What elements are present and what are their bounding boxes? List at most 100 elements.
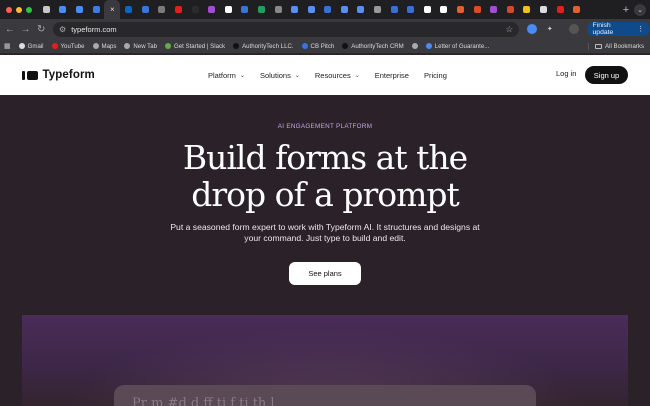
browser-tab[interactable] xyxy=(336,0,353,19)
browser-tab[interactable] xyxy=(203,0,220,19)
bookmark-favicon-icon xyxy=(51,43,58,49)
browser-tab[interactable] xyxy=(220,0,237,19)
browser-tab[interactable] xyxy=(154,0,171,19)
prompt-input-preview: Pr m #d d ff ti f ti th l xyxy=(114,385,536,406)
tab-favicon-icon xyxy=(158,6,166,13)
login-link[interactable]: Log in xyxy=(556,69,576,78)
tab-favicon-icon xyxy=(191,6,199,13)
browser-tab[interactable] xyxy=(237,0,254,19)
browser-tab[interactable] xyxy=(137,0,154,19)
browser-tab[interactable] xyxy=(535,0,552,19)
browser-toolbar: ← → ↻ ⚙ typeform.com ☆ ✦ Finish update ⋮ xyxy=(0,19,650,39)
address-bar[interactable]: ⚙ typeform.com ☆ xyxy=(53,21,520,37)
bookmark-item[interactable]: New Tab xyxy=(124,43,157,50)
back-button[interactable]: ← xyxy=(2,24,18,35)
browser-tab[interactable] xyxy=(353,0,370,19)
bookmark-label: Get Started | Slack xyxy=(174,42,226,50)
browser-tab[interactable] xyxy=(253,0,270,19)
browser-tab[interactable] xyxy=(303,0,320,19)
tab-favicon-icon xyxy=(523,6,531,13)
all-bookmarks-button[interactable]: All Bookmarks xyxy=(588,42,644,50)
browser-tab[interactable] xyxy=(469,0,486,19)
new-tab-button[interactable]: + xyxy=(618,4,634,16)
see-plans-button[interactable]: See plans xyxy=(289,262,361,285)
typeform-logo[interactable]: Typeform xyxy=(22,69,95,81)
browser-tab[interactable] xyxy=(170,0,187,19)
close-tab-icon[interactable]: × xyxy=(110,5,115,14)
browser-tab[interactable] xyxy=(452,0,469,19)
kebab-menu-icon: ⋮ xyxy=(637,26,645,33)
bookmark-item[interactable]: CB Pitch xyxy=(301,43,334,50)
browser-tab[interactable] xyxy=(502,0,519,19)
bookmark-item[interactable]: YouTube xyxy=(51,43,85,50)
browser-tab[interactable] xyxy=(436,0,453,19)
bookmark-item[interactable]: Gmail xyxy=(18,43,44,50)
nav-item-label: Solutions xyxy=(259,70,291,80)
bookmark-item[interactable]: AuthorityTech CRM xyxy=(342,43,404,50)
extensions-puzzle-icon[interactable]: ✦ xyxy=(545,24,555,34)
tab-favicon-icon xyxy=(59,6,67,13)
browser-tab[interactable] xyxy=(386,0,403,19)
bookmark-item[interactable]: AuthorityTech LLC. xyxy=(233,43,294,50)
browser-tab[interactable] xyxy=(402,0,419,19)
logo-text: Typeform xyxy=(42,69,95,81)
bookmark-favicon-icon xyxy=(342,43,349,49)
browser-tab[interactable] xyxy=(55,0,72,19)
browser-tab[interactable] xyxy=(71,0,88,19)
tab-favicon-icon xyxy=(241,6,249,13)
tab-favicon-icon xyxy=(224,6,232,13)
reload-button[interactable]: ↻ xyxy=(33,24,49,35)
prompt-text: Pr m #d d ff ti f ti th l xyxy=(132,396,275,406)
minimize-window-button[interactable] xyxy=(16,6,22,13)
hero-headline: Build forms at the drop of a prompt xyxy=(100,139,550,213)
nav-item-platform[interactable]: Platform ⌄ xyxy=(208,71,245,80)
extension-icon[interactable] xyxy=(527,24,537,34)
bookmark-favicon-icon xyxy=(411,43,418,49)
tab-favicon-icon xyxy=(125,6,133,13)
browser-tab[interactable] xyxy=(568,0,585,19)
bookmark-item[interactable] xyxy=(411,43,418,49)
bookmark-item[interactable]: Get Started | Slack xyxy=(165,43,225,50)
browser-tab[interactable] xyxy=(286,0,303,19)
zoom-window-button[interactable] xyxy=(26,6,32,13)
browser-tab[interactable] xyxy=(419,0,436,19)
bookmark-item[interactable]: Maps xyxy=(92,43,116,50)
tab-favicon-icon xyxy=(75,6,83,13)
browser-tab[interactable] xyxy=(38,0,55,19)
nav-item-pricing[interactable]: Pricing xyxy=(424,71,447,80)
profile-avatar[interactable] xyxy=(568,24,579,34)
nav-item-solutions[interactable]: Solutions ⌄ xyxy=(260,71,300,80)
browser-tab[interactable] xyxy=(120,0,137,19)
main-navigation: Platform ⌄ Solutions ⌄ Resources ⌄ Enterprise P… xyxy=(208,55,462,95)
bookmark-favicon-icon xyxy=(233,43,240,49)
bookmarks-bar: ▦ Gmail YouTube Maps New Tab Get Started | S… xyxy=(0,39,650,54)
forward-button[interactable]: → xyxy=(18,24,34,35)
bookmark-star-icon[interactable]: ☆ xyxy=(506,24,514,35)
browser-tab[interactable] xyxy=(519,0,536,19)
browser-tab[interactable] xyxy=(552,0,569,19)
nav-item-label: Platform xyxy=(208,70,236,80)
browser-tab-active[interactable]: × xyxy=(104,0,121,19)
nav-item-enterprise[interactable]: Enterprise xyxy=(375,71,409,80)
browser-tab[interactable] xyxy=(369,0,386,19)
browser-tab[interactable] xyxy=(88,0,105,19)
signup-button[interactable]: Sign up xyxy=(585,66,628,84)
site-info-icon[interactable]: ⚙ xyxy=(59,25,66,34)
browser-tab[interactable] xyxy=(485,0,502,19)
nav-item-resources[interactable]: Resources ⌄ xyxy=(315,71,360,80)
tab-favicon-icon xyxy=(556,6,564,13)
finish-update-button[interactable]: Finish update ⋮ xyxy=(586,22,650,36)
hero-section: AI ENGAGEMENT PLATFORM Build forms at th… xyxy=(0,95,650,406)
close-window-button[interactable] xyxy=(6,6,12,13)
bookmark-item[interactable]: Letter of Guarante... xyxy=(425,43,489,50)
tab-search-button[interactable]: ⌄ xyxy=(634,3,646,16)
apps-grid-icon[interactable]: ▦ xyxy=(4,42,11,50)
browser-tab[interactable] xyxy=(320,0,337,19)
tab-favicon-icon xyxy=(42,6,50,13)
browser-tab[interactable] xyxy=(187,0,204,19)
folder-icon xyxy=(595,43,603,49)
tab-favicon-icon xyxy=(208,6,216,13)
bookmark-favicon-icon xyxy=(18,43,25,49)
browser-tab[interactable] xyxy=(270,0,287,19)
tab-list: × xyxy=(38,0,618,19)
